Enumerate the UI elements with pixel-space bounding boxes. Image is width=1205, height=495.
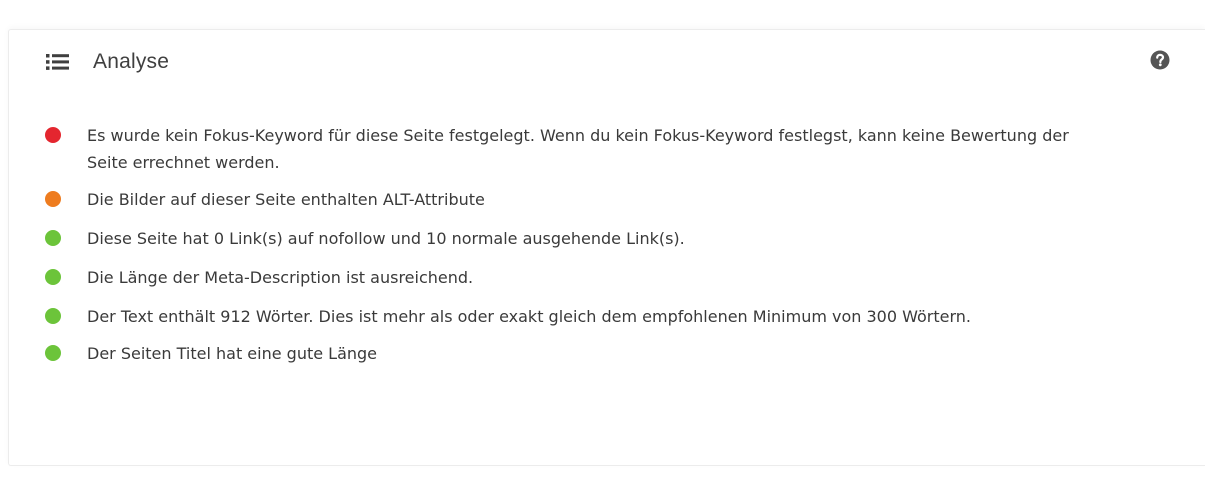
- status-dot-error: [45, 127, 61, 143]
- analysis-panel: Analyse Es wurde kein Fokus-Keyword für …: [8, 29, 1205, 466]
- analysis-item: Die Länge der Meta-Description ist ausre…: [45, 264, 1165, 291]
- question-circle-icon[interactable]: [1150, 50, 1170, 70]
- analysis-item: Der Seiten Titel hat eine gute Länge: [45, 340, 1165, 367]
- panel-header: Analyse: [45, 48, 169, 76]
- analysis-list: Es wurde kein Fokus-Keyword für diese Se…: [45, 122, 1165, 379]
- panel-title: Analyse: [93, 50, 170, 73]
- analysis-item-text: Der Seiten Titel hat eine gute Länge: [87, 344, 378, 363]
- analysis-item: Die Bilder auf dieser Seite enthalten AL…: [45, 186, 1165, 213]
- status-dot-warning: [45, 191, 61, 207]
- analysis-item: Es wurde kein Fokus-Keyword für diese Se…: [45, 122, 1165, 176]
- analysis-item-text: Es wurde kein Fokus-Keyword für diese Se…: [87, 126, 1069, 172]
- list-icon: [45, 53, 71, 71]
- status-dot-good: [45, 269, 61, 285]
- analysis-item: Diese Seite hat 0 Link(s) auf nofollow u…: [45, 225, 1165, 252]
- analysis-item-text: Der Text enthält 912 Wörter. Dies ist me…: [87, 307, 972, 326]
- analysis-item-text: Diese Seite hat 0 Link(s) auf nofollow u…: [87, 229, 685, 248]
- status-dot-good: [45, 308, 61, 324]
- analysis-item: Der Text enthält 912 Wörter. Dies ist me…: [45, 303, 1165, 330]
- status-dot-good: [45, 345, 61, 361]
- status-dot-good: [45, 230, 61, 246]
- analysis-item-text: Die Bilder auf dieser Seite enthalten AL…: [87, 190, 485, 209]
- analysis-item-text: Die Länge der Meta-Description ist ausre…: [87, 268, 474, 287]
